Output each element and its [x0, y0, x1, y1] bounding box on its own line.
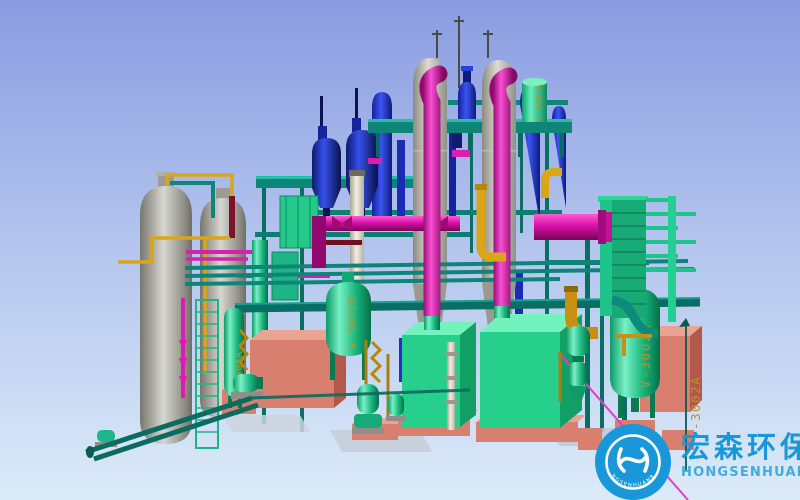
logo-company-name-cn: 宏森环保 [681, 433, 800, 462]
watermark-logo-text: 宏森环保 HONGSENHUANBAO [681, 433, 800, 479]
logo-company-name-en: HONGSENHUANBAO [681, 466, 800, 479]
label-v3001a: V-3001A [535, 84, 544, 121]
crystallizer-vessels [312, 88, 382, 216]
label-leader-3002a: -3002A [688, 376, 703, 430]
label-v3002b: V-3002B [346, 296, 359, 349]
cad-viewport: V-3002B V-3004A V-3002A V-3001A [0, 0, 800, 500]
vessel-v3002b: V-3002B [326, 272, 371, 380]
green-tank-boxes [402, 314, 582, 428]
plant-3d-render: V-3002B V-3004A V-3002A V-3001A [0, 0, 800, 500]
vessel-v3001a: V-3001A [522, 78, 547, 122]
